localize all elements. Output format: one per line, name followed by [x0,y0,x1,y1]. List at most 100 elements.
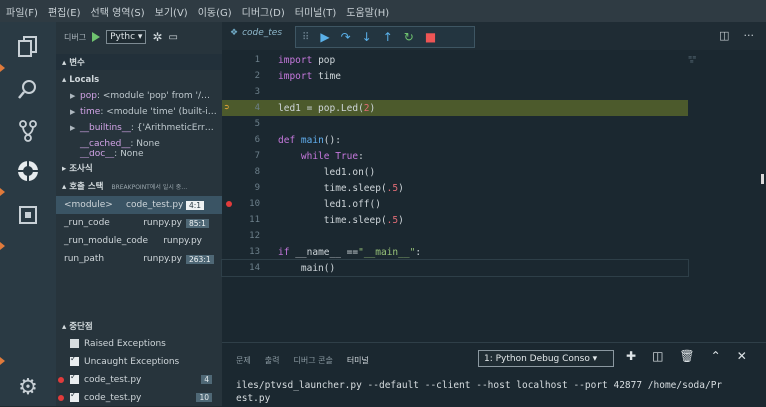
breakpoint-checkbox[interactable] [70,354,79,366]
current-execution-line: 4 led1 = pop.Led(2) [222,100,688,116]
local-var-row[interactable]: __doc__ : None [56,150,246,158]
menu-debug[interactable]: 디버그(D) [242,4,285,19]
launch-config-select[interactable]: Pythc ▾ [106,30,147,44]
gear-icon[interactable]: ✲ [152,30,162,44]
close-panel-icon[interactable]: ✕ [737,349,747,363]
code-line: 1 import pop [254,54,336,66]
breakpoints-section-header[interactable]: ▴ 중단점 [56,318,222,334]
panel-actions: ✚ ◫ 🗑 ⌃ ✕ [626,349,747,363]
expand-icon: ▶ [70,124,76,132]
editor-area: ❖ code_tes ⠿ ▶ ↷ ↓ ↑ ↻ ■ ◫ ··· 1 import po… [221,22,766,407]
code-line: 5 [254,119,260,129]
breakpoint-checkbox[interactable] [70,372,79,384]
breakpoint-row[interactable]: code_test.py 4 [56,371,222,388]
expand-icon: ▶ [70,92,76,100]
terminal-output[interactable]: iles/ptvsd_launcher.py --default --clien… [236,379,761,405]
drag-handle-icon[interactable]: ⠿ [302,32,309,43]
code-line: 6 def main (): [254,134,341,146]
breakpoint-dot-icon [58,394,64,401]
local-var-row[interactable]: ▶ pop : <module 'pop' from '/… [56,88,236,104]
minimap[interactable]: ≡≡ ≡ [688,56,718,76]
split-terminal-icon[interactable]: ◫ [652,349,663,363]
breakpoint-row[interactable]: code_test.py 10 [56,389,222,406]
scrollbar-marker[interactable] [761,174,764,184]
search-icon[interactable] [13,74,43,104]
local-var-row[interactable]: ▶ time : <module 'time' (built-i… [56,104,236,120]
split-editor-icon[interactable]: ◫ [719,29,729,42]
code-line: 2 import time [254,70,341,82]
editor-actions: ◫ ··· [719,29,754,42]
debug-label: 디버그 [64,32,87,42]
restart-icon[interactable]: ↻ [404,30,414,44]
debug-toolbar: ⠿ ▶ ↷ ↓ ↑ ↻ ■ [295,26,475,48]
menu-edit[interactable]: 편집(E) [48,4,81,19]
breakpoint-row[interactable]: Raised Exceptions [56,335,222,352]
callstack-frame[interactable]: <module> code_test.py 4:1 [56,196,222,214]
files-icon[interactable] [13,32,43,62]
code-line: 10 led1.off() [249,198,381,210]
annotation-arrow-icon [0,357,5,365]
expand-icon: ▶ [70,108,76,116]
tab-problems[interactable]: 문제 [236,355,251,366]
debug-sidebar: 디버그 Pythc ▾ ✲ ▭ ▴ 변수 ▴ Locals ▶ pop : <m… [56,22,222,406]
callstack-frame[interactable]: _run_code runpy.py 85:1 [56,214,222,232]
watch-section-header[interactable]: ▸ 조사식 [56,160,222,176]
start-debugging-icon[interactable] [92,32,101,42]
python-file-icon: ❖ [230,28,239,38]
menu-selection[interactable]: 선택 영역(S) [91,4,145,19]
stop-icon[interactable]: ■ [425,30,436,44]
code-line: 14 main() [221,259,689,277]
trash-icon[interactable]: 🗑 [679,349,694,363]
annotation-arrow-icon [0,242,5,250]
step-into-icon[interactable]: ↓ [362,30,372,44]
bottom-panel: 문제 출력 디버그 콘솔 터미널 1: Python Debug Conso ▾… [222,342,766,407]
menu-go[interactable]: 이동(G) [198,4,232,19]
editor-tab[interactable]: ❖ code_tes [230,28,282,38]
activity-bar: ⚙ [0,22,56,406]
code-line: 12 [249,231,260,241]
tab-output[interactable]: 출력 [265,355,280,366]
code-line: 9 time.sleep(.5) [254,182,404,194]
more-actions-icon[interactable]: ··· [744,29,755,42]
source-control-icon[interactable] [13,116,43,146]
debug-icon[interactable] [13,156,43,186]
settings-gear-icon[interactable]: ⚙ [13,372,43,402]
menu-file[interactable]: 파일(F) [6,4,38,19]
locals-scope[interactable]: ▴ Locals [56,72,228,88]
menu-help[interactable]: 도움말(H) [346,4,389,19]
menu-view[interactable]: 보기(V) [155,4,188,19]
step-over-icon[interactable]: ↷ [341,30,351,44]
terminal-select[interactable]: 1: Python Debug Conso ▾ [478,350,614,367]
callstack-frame[interactable]: _run_module_code runpy.py [56,232,222,250]
code-editor[interactable]: 1 import pop 2 import time 3 4 led1 = pop.L… [221,52,766,297]
callstack-frame[interactable]: run_path runpy.py 263:1 [56,250,222,268]
code-line: 13 if __name__ == "__main__": [249,246,422,258]
tab-terminal[interactable]: 터미널 [347,355,369,366]
maximize-panel-icon[interactable]: ⌃ [711,349,721,363]
code-line: 7 while True: [254,150,364,162]
code-line: 8 led1.on() [254,166,376,178]
step-out-icon[interactable]: ↑ [383,30,393,44]
breakpoint-row[interactable]: Uncaught Exceptions [56,353,222,370]
local-var-row[interactable]: ▶ __builtins__ : {'ArithmeticErr… [56,120,236,136]
continue-icon[interactable]: ▶ [320,30,329,44]
console-icon[interactable]: ▭ [168,32,177,43]
debug-launch-bar: 디버그 Pythc ▾ ✲ ▭ [56,22,222,52]
tab-debug-console[interactable]: 디버그 콘솔 [293,355,332,366]
breakpoint-checkbox[interactable] [70,339,79,348]
callstack-status: BREAKPOINT에서 일시 중… [111,183,188,191]
code-line: 11 time.sleep(.5) [249,214,404,226]
menu-terminal[interactable]: 터미널(T) [295,4,337,19]
breakpoint-dot-icon[interactable] [226,201,232,207]
code-line: 3 [254,87,260,97]
annotation-arrow-icon [0,188,5,196]
menu-bar: 파일(F) 편집(E) 선택 영역(S) 보기(V) 이동(G) 디버그(D) … [0,0,766,22]
add-terminal-icon[interactable]: ✚ [626,349,636,363]
panel-tabs: 문제 출력 디버그 콘솔 터미널 [236,355,369,366]
editor-tab-bar: ❖ code_tes ⠿ ▶ ↷ ↓ ↑ ↻ ■ ◫ ··· [222,22,766,50]
breakpoint-dot-icon [58,376,64,383]
breakpoint-checkbox[interactable] [70,390,79,402]
callstack-section-header[interactable]: ▴ 호출 스택 BREAKPOINT에서 일시 중… [56,178,222,194]
extensions-icon[interactable] [13,200,43,230]
variables-section-header[interactable]: ▴ 변수 [56,54,222,70]
